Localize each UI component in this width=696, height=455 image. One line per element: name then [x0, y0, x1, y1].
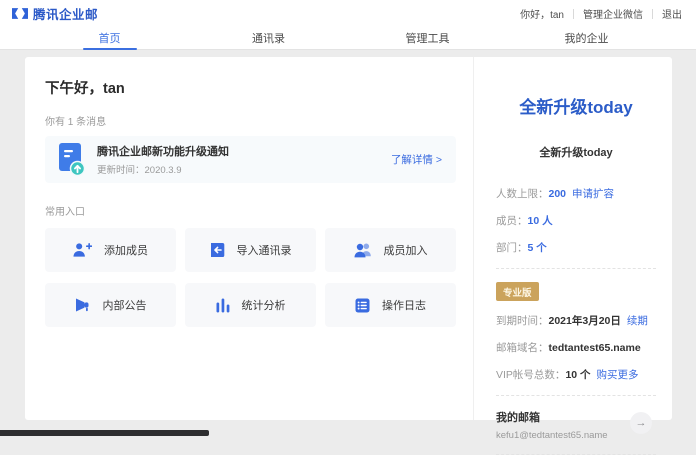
topbar: 腾讯企业邮 你好，tan 管理企业微信 退出 — [0, 0, 696, 27]
stat-member-limit: 人数上限：200 申请扩容 — [496, 186, 656, 201]
shortcut-label: 添加成员 — [104, 242, 148, 258]
stats-bar-chart-icon — [216, 298, 230, 313]
expand-capacity-link[interactable]: 申请扩容 — [572, 188, 614, 200]
import-contacts-icon — [210, 242, 225, 258]
stat-label: 人数上限： — [496, 188, 549, 200]
upgrade-banner-subtitle: 全新升级today — [496, 144, 656, 160]
content-card: 下午好，tan 你有 1 条消息 腾讯企业邮新功能升级通知 更新时间：2020.… — [25, 57, 672, 420]
shortcuts-grid: 添加成员 导入通讯录 — [45, 228, 456, 327]
plan-label: 到期时间： — [496, 315, 549, 327]
upgrade-banner-title: 全新升级today — [496, 93, 656, 118]
message-count-text: 你有 1 条消息 — [45, 113, 456, 128]
my-mailbox-section: 我的邮箱 kefu1@tedtantest65.name → — [496, 409, 656, 441]
shortcut-label: 导入通讯录 — [237, 242, 292, 258]
plan-label: 邮箱域名： — [496, 342, 549, 354]
plan-value: 2021年3月20日 — [549, 315, 621, 327]
plan-expiry-row: 到期时间：2021年3月20日续期 — [496, 313, 656, 328]
open-mailbox-button[interactable]: → — [630, 412, 652, 434]
plan-domain-row: 邮箱域名：tedtantest65.name — [496, 340, 656, 355]
tab-my-company[interactable]: 我的企业 — [507, 27, 666, 49]
announcement-button[interactable]: 内部公告 — [45, 283, 176, 327]
user-greeting-link[interactable]: 你好，tan — [511, 6, 573, 21]
message-texts: 腾讯企业邮新功能升级通知 更新时间：2020.3.9 — [97, 143, 229, 176]
divider — [496, 268, 656, 269]
member-join-button[interactable]: 成员加入 — [325, 228, 456, 272]
statistics-button[interactable]: 统计分析 — [185, 283, 316, 327]
arrow-right-icon: → — [636, 417, 647, 429]
import-contacts-button[interactable]: 导入通讯录 — [185, 228, 316, 272]
logout-link[interactable]: 退出 — [653, 6, 684, 21]
plan-value: tedtantest65.name — [549, 342, 641, 354]
manage-wework-link[interactable]: 管理企业微信 — [574, 6, 652, 21]
shortcuts-title: 常用入口 — [45, 203, 456, 218]
member-join-icon — [354, 242, 372, 258]
greeting-text: 下午好，tan — [45, 77, 456, 98]
tab-home[interactable]: 首页 — [30, 27, 189, 49]
stat-members: 成员：10 人 — [496, 213, 656, 228]
bottom-dark-bar — [0, 430, 209, 436]
buy-more-link[interactable]: 购买更多 — [597, 369, 639, 381]
operation-log-button[interactable]: 操作日志 — [325, 283, 456, 327]
company-stats: 人数上限：200 申请扩容 成员：10 人 部门：5 个 — [496, 186, 656, 255]
plan-label: VIP帐号总数： — [496, 369, 565, 381]
add-member-icon — [73, 242, 92, 258]
tab-admin-tools[interactable]: 管理工具 — [348, 27, 507, 49]
main-column: 下午好，tan 你有 1 条消息 腾讯企业邮新功能升级通知 更新时间：2020.… — [25, 57, 473, 420]
shortcut-label: 成员加入 — [384, 242, 428, 258]
message-title: 腾讯企业邮新功能升级通知 — [97, 143, 229, 159]
main-nav: 首页 通讯录 管理工具 我的企业 — [0, 27, 696, 50]
sidebar-column: 全新升级today 全新升级today 人数上限：200 申请扩容 成员：10 人… — [473, 57, 672, 420]
divider — [496, 395, 656, 396]
brand-logo[interactable]: 腾讯企业邮 — [12, 4, 98, 23]
shortcut-label: 内部公告 — [103, 297, 147, 313]
plan-value: 10 个 — [565, 369, 590, 381]
my-mailbox-email: kefu1@tedtantest65.name — [496, 430, 622, 441]
stat-label: 部门： — [496, 242, 528, 254]
plan-vip-row: VIP帐号总数：10 个购买更多 — [496, 367, 656, 382]
brand-name: 腾讯企业邮 — [33, 4, 98, 23]
plan-info: 到期时间：2021年3月20日续期 邮箱域名：tedtantest65.name… — [496, 313, 656, 382]
renew-link[interactable]: 续期 — [627, 315, 648, 327]
add-member-button[interactable]: 添加成员 — [45, 228, 176, 272]
pro-plan-badge: 专业版 — [496, 282, 539, 301]
stat-value: 10 人 — [528, 215, 553, 227]
stat-value: 5 个 — [528, 242, 547, 254]
stat-label: 成员： — [496, 215, 528, 227]
stat-departments: 部门：5 个 — [496, 240, 656, 255]
learn-more-link[interactable]: 了解详情 > — [391, 152, 442, 167]
stat-value: 200 — [549, 188, 567, 200]
topbar-links: 你好，tan 管理企业微信 退出 — [511, 6, 684, 21]
announcement-icon — [75, 298, 91, 312]
my-mailbox-title: 我的邮箱 — [496, 409, 622, 425]
message-row: 腾讯企业邮新功能升级通知 更新时间：2020.3.9 了解详情 > — [45, 136, 456, 183]
operation-log-icon — [355, 298, 370, 313]
shortcut-label: 操作日志 — [382, 297, 426, 313]
upgrade-document-icon — [59, 143, 85, 177]
message-time: 更新时间：2020.3.9 — [97, 162, 229, 176]
tab-contacts[interactable]: 通讯录 — [189, 27, 348, 49]
exmail-logo-icon — [12, 7, 28, 20]
shortcut-label: 统计分析 — [242, 297, 286, 313]
